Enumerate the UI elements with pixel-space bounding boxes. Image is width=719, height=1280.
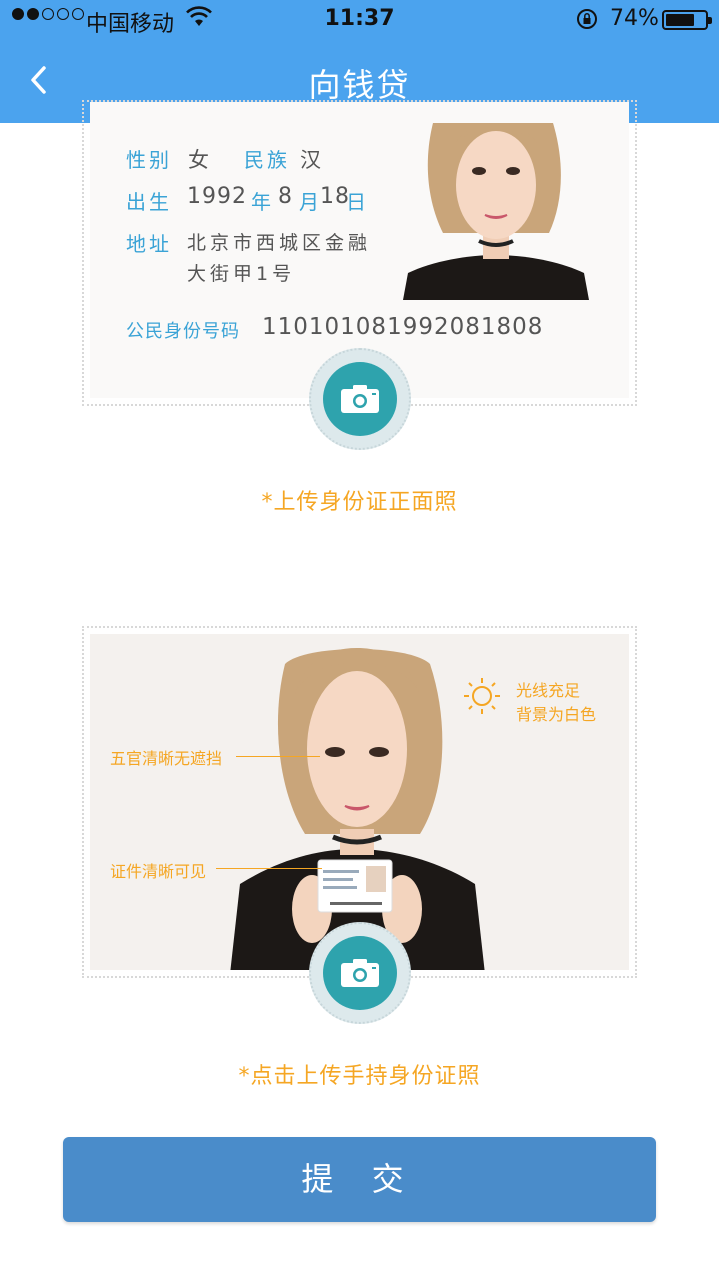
camera-button-halo — [309, 348, 411, 450]
tip-face-clear: 五官清晰无遮挡 — [110, 749, 223, 768]
status-bar: 中国移动 11:37 74% — [0, 0, 719, 40]
camera-button-halo — [309, 922, 411, 1024]
upload-handheld-hint[interactable]: *点击上传手持身份证照 — [0, 1058, 719, 1090]
camera-icon — [341, 959, 379, 987]
birth-year: 1992 — [187, 184, 247, 209]
birth-label: 出生 — [126, 190, 172, 214]
tip-card-visible: 证件清晰可见 — [110, 862, 207, 881]
id-number-value: 110101081992081808 — [262, 314, 544, 340]
tip-face-pointer-line — [236, 756, 320, 757]
month-char: 月 — [299, 190, 322, 214]
address-line-2: 大街甲1号 — [187, 263, 296, 285]
upload-front-hint[interactable]: *上传身份证正面照 — [0, 484, 719, 516]
battery-icon — [662, 10, 712, 30]
id-number-label: 公民身份号码 — [126, 321, 240, 342]
upload-front-camera-button[interactable] — [323, 362, 397, 436]
tip-card-pointer-line — [216, 868, 322, 869]
rotation-lock-icon — [577, 9, 597, 29]
camera-icon — [341, 385, 379, 413]
address-label: 地址 — [126, 232, 172, 256]
battery-percent: 74% — [610, 6, 659, 31]
upload-handheld-camera-button[interactable] — [323, 936, 397, 1010]
tip-lighting-line2: 背景为白色 — [516, 705, 597, 724]
tip-lighting-line1: 光线充足 — [516, 681, 581, 700]
ethnicity-value: 汉 — [300, 148, 325, 172]
gender-value: 女 — [188, 148, 213, 172]
day-char: 日 — [346, 190, 369, 214]
year-char: 年 — [251, 190, 274, 214]
birth-month: 8 — [278, 184, 296, 209]
ethnicity-label: 民族 — [244, 148, 290, 172]
gender-label: 性别 — [126, 148, 172, 172]
submit-button[interactable]: 提 交 — [63, 1137, 656, 1222]
id-portrait-image — [403, 123, 589, 300]
address-line-1: 北京市西城区金融 — [187, 232, 372, 254]
